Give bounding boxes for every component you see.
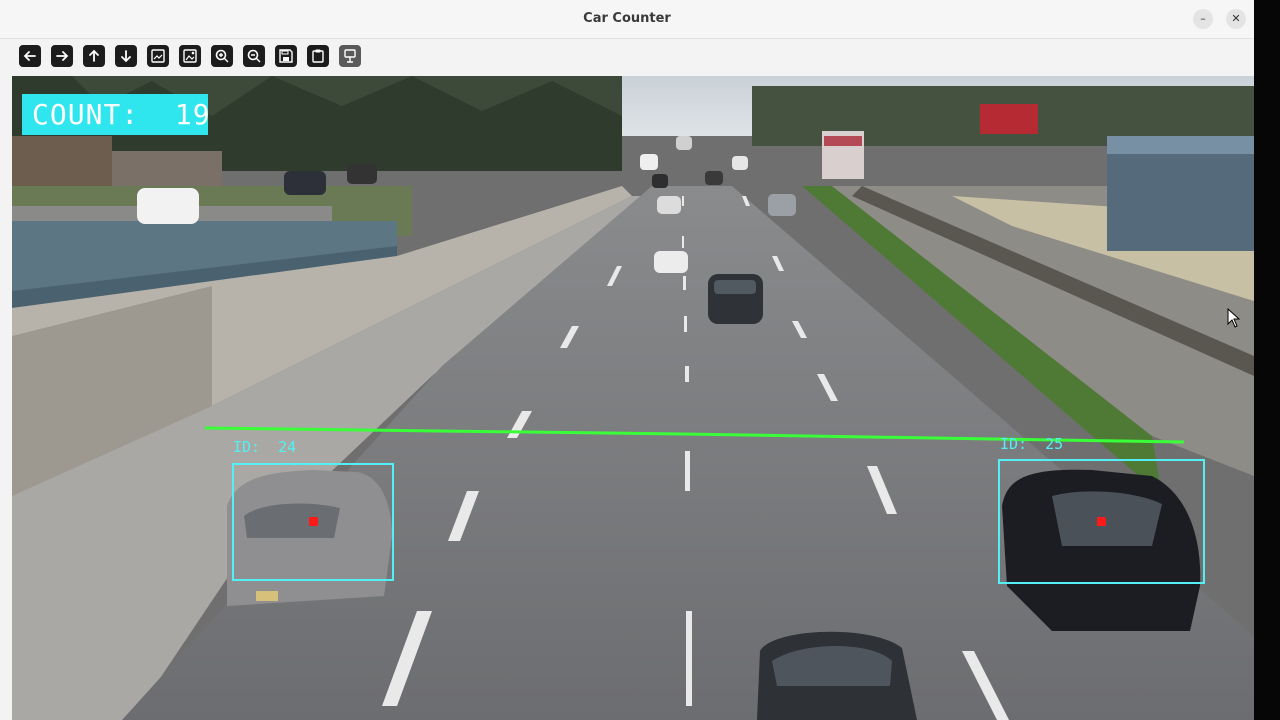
- window-edge: [1254, 0, 1280, 720]
- arrow-right-icon: [56, 51, 69, 61]
- fit-image-button[interactable]: [147, 45, 169, 67]
- fit-image-edit-button[interactable]: [179, 45, 201, 67]
- pan-right-button[interactable]: [51, 45, 73, 67]
- pan-down-button[interactable]: [115, 45, 137, 67]
- arrow-left-icon: [23, 51, 36, 61]
- video-frame: [12, 76, 1254, 720]
- arrow-down-icon: [121, 50, 131, 63]
- image-icon: [151, 49, 165, 63]
- toolbar: [0, 39, 1254, 75]
- detection-id-label: ID: 24: [233, 438, 297, 456]
- zoom-in-icon: [215, 49, 229, 63]
- window-title: Car Counter: [583, 11, 671, 26]
- zoom-in-button[interactable]: [211, 45, 233, 67]
- copy-button[interactable]: [307, 45, 329, 67]
- app-window: Car Counter – ✕ COUNT: 19 ID: 24 ID: 25: [0, 0, 1254, 720]
- detection-centroid: [309, 517, 318, 526]
- minimize-button[interactable]: –: [1193, 9, 1213, 29]
- count-badge: COUNT: 19: [22, 94, 211, 135]
- image-edit-icon: [183, 49, 197, 63]
- mouse-cursor-icon: [1227, 308, 1241, 328]
- pan-left-button[interactable]: [19, 45, 41, 67]
- pan-up-button[interactable]: [83, 45, 105, 67]
- traffic-scene: [12, 76, 1254, 720]
- properties-icon: [344, 49, 356, 63]
- zoom-out-button[interactable]: [243, 45, 265, 67]
- count-label: COUNT: 19: [32, 98, 211, 131]
- clipboard-icon: [312, 49, 324, 63]
- zoom-out-icon: [247, 49, 261, 63]
- detection-centroid: [1097, 517, 1106, 526]
- save-button[interactable]: [275, 45, 297, 67]
- arrow-up-icon: [89, 49, 99, 62]
- detection-id-label: ID: 25: [1000, 435, 1064, 453]
- save-icon: [279, 49, 293, 63]
- title-bar[interactable]: Car Counter – ✕: [0, 0, 1254, 39]
- properties-button[interactable]: [339, 45, 361, 67]
- close-button[interactable]: ✕: [1226, 9, 1246, 29]
